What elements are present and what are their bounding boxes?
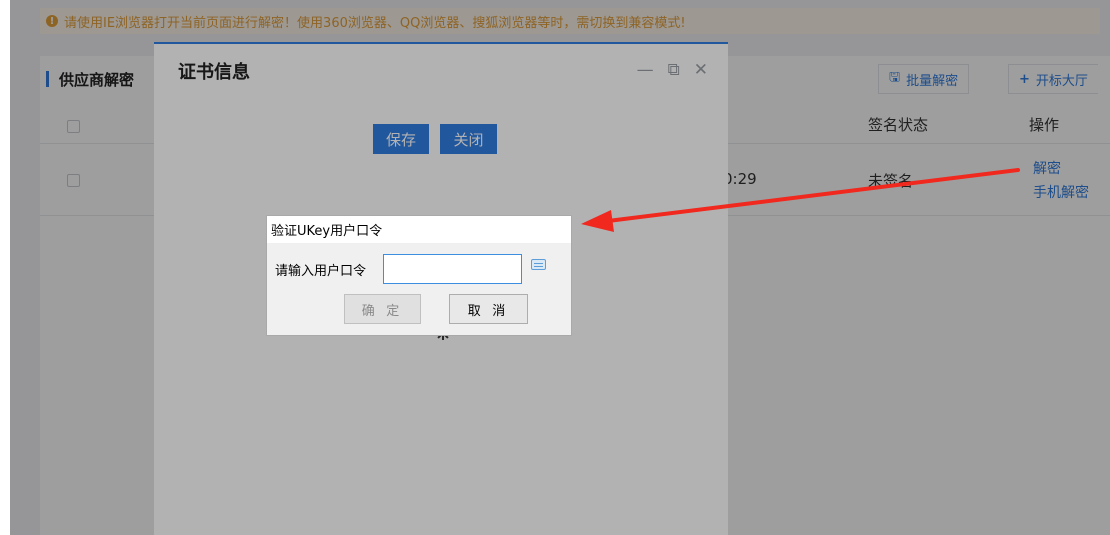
password-input[interactable] [383,254,522,284]
ukey-password-dialog: 验证UKey用户口令 请输入用户口令 确 定 取 消 [266,215,572,336]
password-prompt-label: 请输入用户口令 [275,264,367,279]
soft-keyboard-icon[interactable] [531,259,546,270]
confirm-button[interactable]: 确 定 [344,294,421,324]
ukey-dialog-title: 验证UKey用户口令 [267,216,571,243]
cancel-button[interactable]: 取 消 [449,294,528,324]
